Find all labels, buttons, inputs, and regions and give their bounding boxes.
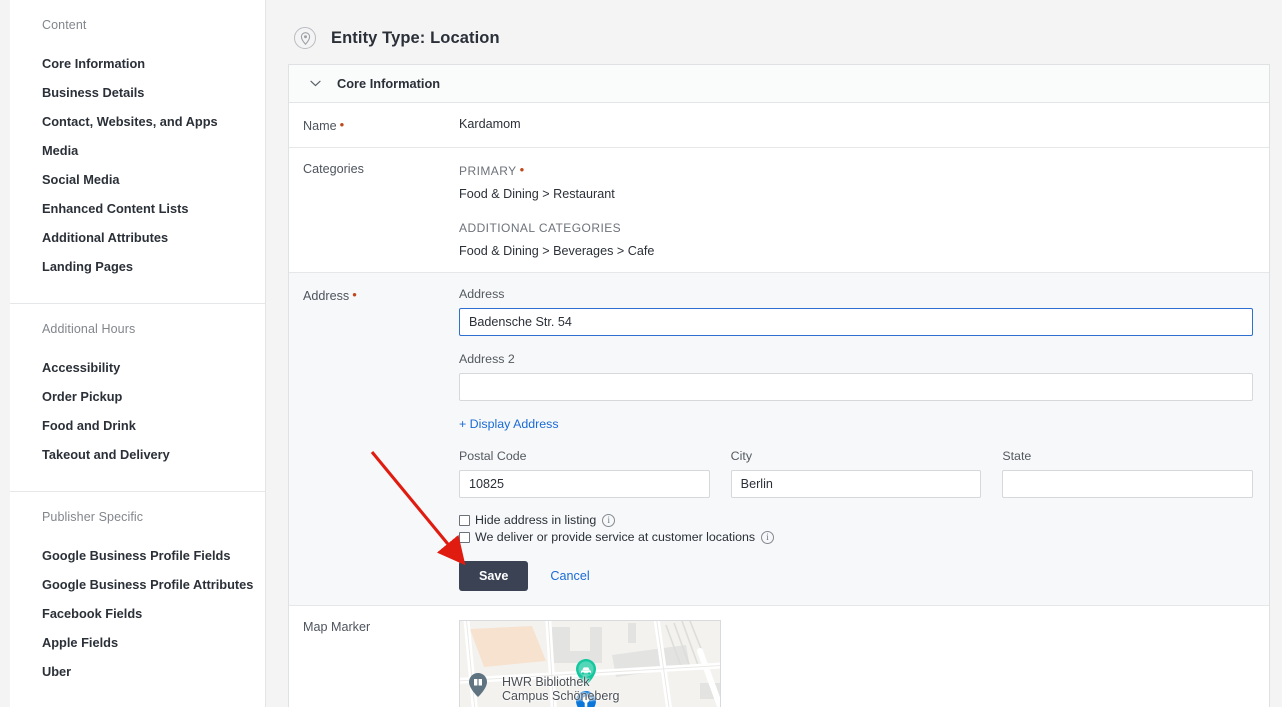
postal-code-group: Postal Code — [459, 449, 710, 498]
sidebar-item-facebook-fields[interactable]: Facebook Fields — [10, 599, 265, 628]
city-group: City — [730, 449, 982, 498]
save-button[interactable]: Save — [459, 561, 529, 591]
field-label-map-marker: Map Marker — [303, 620, 371, 634]
primary-category-heading: PRIMARY • — [459, 162, 1253, 178]
main-content: Entity Type: Location Core Information N… — [266, 0, 1282, 707]
primary-category-heading-text: PRIMARY — [459, 164, 517, 178]
card-header-title: Core Information — [337, 76, 441, 91]
sidebar-item-takeout-and-delivery[interactable]: Takeout and Delivery — [10, 440, 265, 469]
field-label-categories: Categories — [303, 162, 364, 176]
core-information-card: Core Information Name • Kardamom Categori… — [288, 64, 1270, 707]
sidebar-item-order-pickup[interactable]: Order Pickup — [10, 382, 265, 411]
required-marker: • — [519, 162, 525, 177]
sidebar-item-landing-pages[interactable]: Landing Pages — [10, 252, 265, 281]
sidebar-item-google-business-profile-fields[interactable]: Google Business Profile Fields — [10, 541, 265, 570]
address1-group: Address — [459, 287, 1253, 336]
field-row-map-marker: Map Marker HWR Bibliothek Campus Schöneb… — [289, 606, 1269, 707]
sidebar-item-business-details[interactable]: Business Details — [10, 78, 265, 107]
field-label-name: Name • — [289, 103, 459, 147]
state-label: State — [1002, 449, 1032, 463]
map-pin-icon — [294, 27, 316, 49]
sidebar-group-additional-hours: Additional Hours Accessibility Order Pic… — [10, 303, 265, 491]
sidebar-item-media[interactable]: Media — [10, 136, 265, 165]
address2-input[interactable] — [459, 373, 1253, 401]
address1-input[interactable] — [459, 308, 1253, 336]
page-header: Entity Type: Location — [266, 0, 1282, 56]
address-locality-row: Postal Code City State — [459, 449, 1254, 498]
chevron-down-icon[interactable] — [307, 76, 323, 92]
deliver-service-label: We deliver or provide service at custome… — [475, 530, 756, 544]
field-value-map-marker: HWR Bibliothek Campus Schöneberg — [459, 606, 1269, 707]
sidebar-item-additional-attributes[interactable]: Additional Attributes — [10, 223, 265, 252]
primary-category-value[interactable]: Food & Dining > Restaurant — [459, 187, 1253, 201]
sidebar-navigation: Content Core Information Business Detail… — [0, 0, 266, 707]
sidebar-item-uber[interactable]: Uber — [10, 657, 265, 686]
sidebar-item-apple-fields[interactable]: Apple Fields — [10, 628, 265, 657]
sidebar-group-content: Content Core Information Business Detail… — [10, 0, 265, 303]
hide-address-row: Hide address in listing i — [459, 513, 1253, 527]
city-input[interactable] — [730, 470, 982, 498]
field-row-name: Name • Kardamom — [289, 103, 1269, 148]
field-label-address-text: Address — [303, 289, 350, 303]
address-edit-form: Address Address 2 + Display Address Post… — [459, 273, 1269, 605]
page-title: Entity Type: Location — [331, 28, 500, 47]
city-label: City — [730, 449, 753, 463]
hide-address-label: Hide address in listing — [475, 513, 597, 527]
hide-address-checkbox[interactable] — [459, 514, 470, 526]
required-marker: • — [339, 117, 345, 132]
address-actions: Save Cancel — [459, 561, 1253, 591]
sidebar-group-title: Publisher Specific — [42, 510, 144, 524]
sidebar-item-food-and-drink[interactable]: Food and Drink — [10, 411, 265, 440]
state-input[interactable] — [1002, 470, 1254, 498]
required-marker: • — [352, 287, 357, 302]
sidebar-item-core-information[interactable]: Core Information — [10, 49, 265, 78]
map-place-label: HWR Bibliothek Campus Schöneberg — [502, 675, 620, 703]
sidebar-item-google-business-profile-attributes[interactable]: Google Business Profile Attributes — [10, 570, 265, 599]
postal-code-label: Postal Code — [459, 449, 527, 463]
deliver-service-row: We deliver or provide service at custome… — [459, 530, 1253, 544]
field-label-name-text: Name — [303, 119, 337, 133]
field-value-name[interactable]: Kardamom — [459, 103, 1269, 147]
field-value-categories: PRIMARY • Food & Dining > Restaurant ADDI… — [459, 148, 1269, 272]
sidebar-group-publisher-specific: Publisher Specific Google Business Profi… — [10, 491, 265, 707]
state-group: State — [1002, 449, 1254, 498]
address2-label: Address 2 — [459, 352, 515, 366]
sidebar-item-accessibility[interactable]: Accessibility — [10, 353, 265, 382]
postal-code-input[interactable] — [459, 470, 710, 498]
info-circle-icon[interactable]: i — [761, 530, 775, 544]
card-header[interactable]: Core Information — [289, 65, 1269, 103]
address1-label: Address — [459, 287, 505, 301]
application-window: Content Core Information Business Detail… — [0, 0, 1282, 707]
additional-category-value[interactable]: Food & Dining > Beverages > Cafe — [459, 244, 1253, 258]
display-address-link[interactable]: + Display Address — [459, 417, 559, 431]
deliver-service-checkbox[interactable] — [459, 531, 470, 543]
field-label-address: Address • — [289, 273, 459, 605]
sidebar-group-title: Content — [42, 18, 87, 32]
cancel-button[interactable]: Cancel — [544, 568, 595, 584]
additional-categories-heading: ADDITIONAL CATEGORIES — [459, 221, 622, 235]
map-preview[interactable]: HWR Bibliothek Campus Schöneberg — [459, 620, 721, 707]
sidebar-item-contact-websites-apps[interactable]: Contact, Websites, and Apps — [10, 107, 265, 136]
field-row-address: Address• Address Address 2 + Display Add… — [289, 273, 1269, 606]
address2-group: Address 2 — [459, 352, 1253, 401]
sidebar-item-enhanced-content-lists[interactable]: Enhanced Content Lists — [10, 194, 265, 223]
sidebar-item-social-media[interactable]: Social Media — [10, 165, 265, 194]
sidebar-group-title: Additional Hours — [42, 322, 136, 336]
field-row-categories: Categories PRIMARY • Food & Dining > Rest… — [289, 148, 1269, 273]
info-circle-icon[interactable]: i — [602, 513, 616, 527]
